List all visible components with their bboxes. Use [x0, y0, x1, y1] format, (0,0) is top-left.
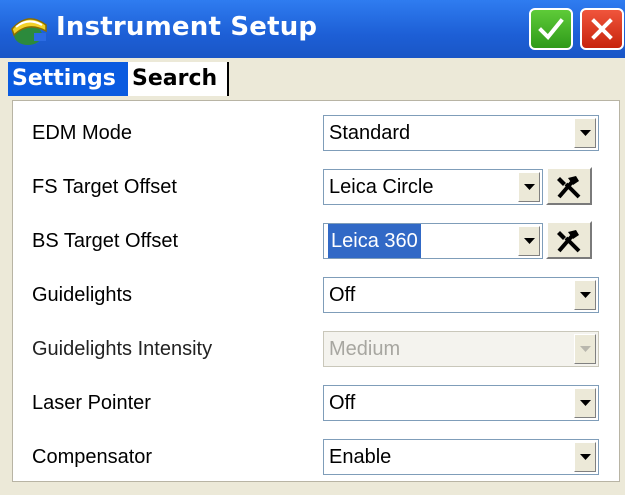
edm-mode-dropdown-button[interactable]	[574, 118, 596, 148]
bs-target-offset-label: BS Target Offset	[32, 230, 179, 252]
compensator-select[interactable]: Enable	[323, 439, 599, 475]
bs-target-offset-select[interactable]: Leica 360	[323, 223, 543, 259]
chevron-down-icon	[580, 292, 591, 298]
chevron-down-icon	[524, 184, 535, 190]
chevron-down-icon	[524, 238, 535, 244]
laser-pointer-value: Off	[329, 392, 356, 414]
tools-icon	[557, 230, 581, 253]
guidelights-dropdown-button[interactable]	[574, 280, 596, 310]
settings-panel: EDM Mode Standard FS Target Offset Leica…	[12, 100, 620, 482]
tab-search[interactable]: Search	[128, 62, 229, 96]
fs-target-offset-select[interactable]: Leica Circle	[323, 169, 543, 205]
close-icon	[591, 18, 613, 40]
checkmark-icon	[538, 18, 564, 40]
bs-target-tools-button[interactable]	[546, 221, 592, 259]
tab-strip: Settings Search	[0, 58, 625, 102]
title-bar: Instrument Setup	[0, 0, 625, 58]
fs-target-offset-label: FS Target Offset	[32, 176, 177, 198]
ok-button[interactable]	[529, 8, 573, 50]
guidelights-select[interactable]: Off	[323, 277, 599, 313]
guidelights-intensity-dropdown-button	[574, 334, 596, 364]
guidelights-intensity-value: Medium	[329, 338, 401, 360]
guidelights-intensity-select: Medium	[323, 331, 599, 367]
window-title: Instrument Setup	[56, 12, 318, 42]
edm-mode-value: Standard	[329, 122, 411, 144]
guidelights-label: Guidelights	[32, 284, 133, 306]
edm-mode-select[interactable]: Standard	[323, 115, 599, 151]
chevron-down-icon	[580, 400, 591, 406]
tools-icon	[557, 176, 581, 199]
laser-pointer-select[interactable]: Off	[323, 385, 599, 421]
guidelights-value: Off	[329, 284, 356, 306]
chevron-down-icon	[580, 130, 591, 136]
tab-settings[interactable]: Settings	[8, 62, 128, 96]
compensator-label: Compensator	[32, 446, 153, 468]
bs-target-offset-value: Leica 360	[328, 224, 421, 258]
fs-target-offset-dropdown-button[interactable]	[518, 172, 540, 202]
compensator-dropdown-button[interactable]	[574, 442, 596, 472]
compensator-value: Enable	[329, 446, 392, 468]
chevron-down-icon	[580, 454, 591, 460]
guidelights-intensity-label: Guidelights Intensity	[32, 338, 213, 360]
fs-target-tools-button[interactable]	[546, 167, 592, 205]
survey-helmet-icon	[8, 9, 52, 49]
laser-pointer-label: Laser Pointer	[32, 392, 151, 414]
laser-pointer-dropdown-button[interactable]	[574, 388, 596, 418]
close-button[interactable]	[580, 8, 624, 50]
bs-target-offset-dropdown-button[interactable]	[518, 226, 540, 256]
edm-mode-label: EDM Mode	[32, 122, 133, 144]
fs-target-offset-value: Leica Circle	[329, 176, 434, 198]
chevron-down-icon	[580, 346, 591, 352]
